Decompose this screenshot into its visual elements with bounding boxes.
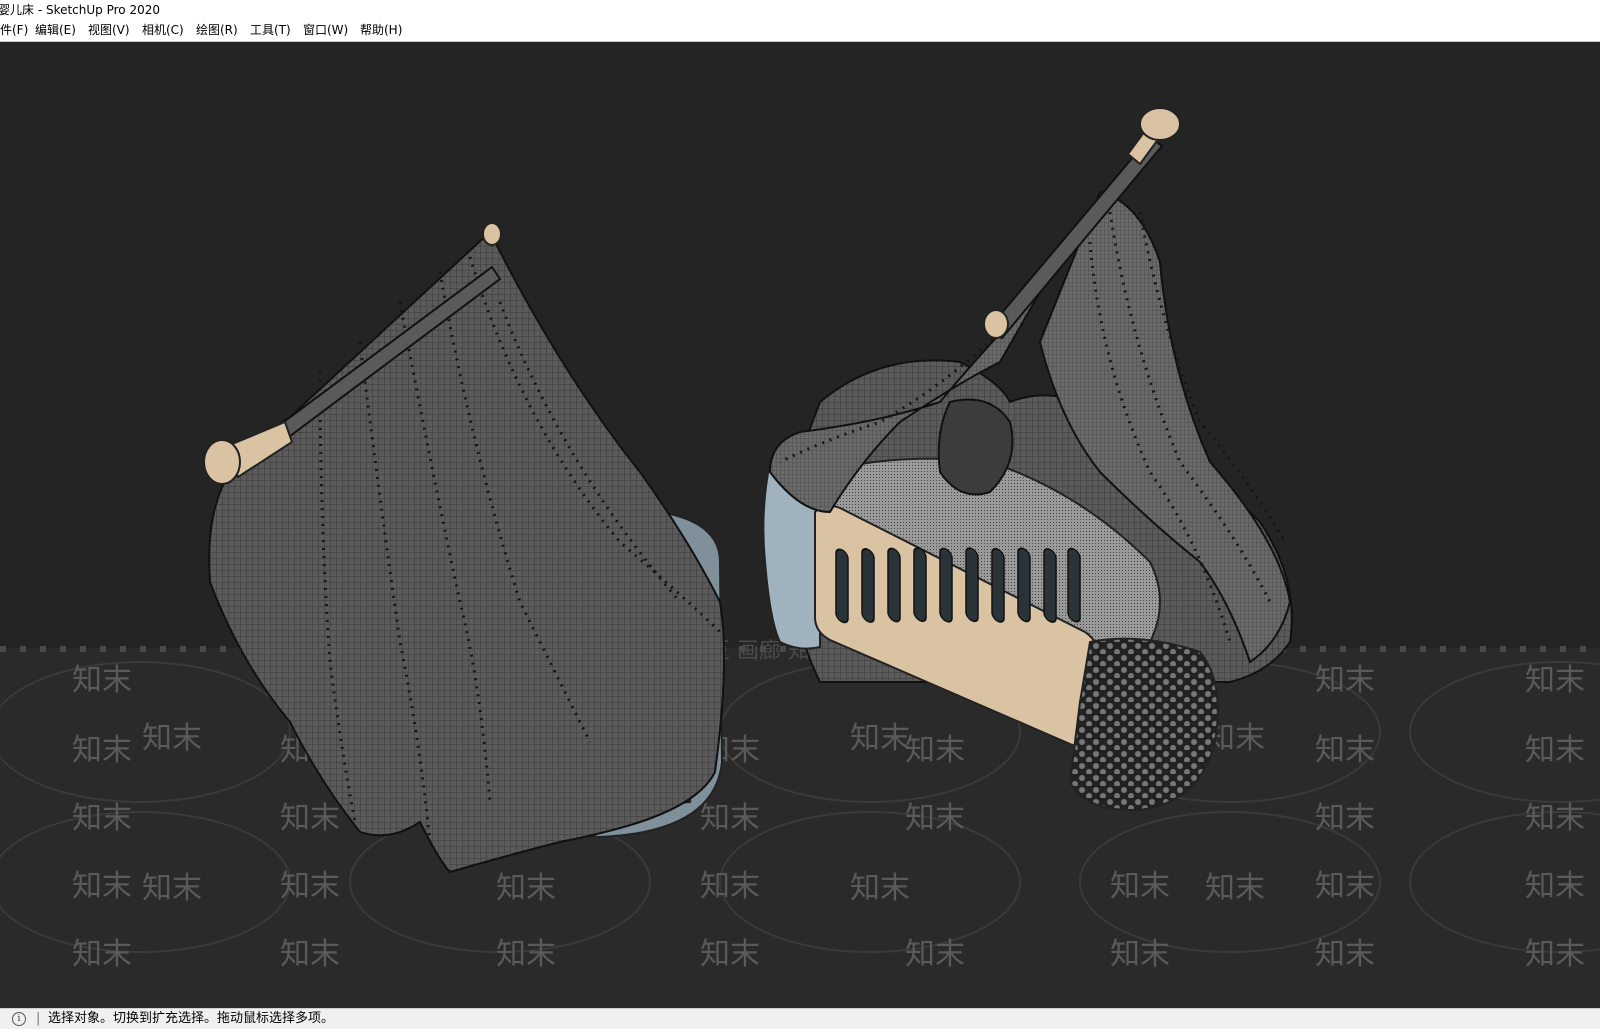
watermark-text: 知末 — [142, 721, 202, 756]
watermark-text: 知末 — [850, 871, 910, 906]
menu-camera[interactable]: 相机(C) — [142, 20, 184, 41]
watermark-text: 知末 — [280, 869, 340, 904]
watermark-text: 知末 — [700, 937, 760, 972]
menu-tools[interactable]: 工具(T) — [250, 20, 291, 41]
scene-canvas[interactable]: 知末 知末 知末 知末 知末 知末 知末 知末 知末 知末 知末 知末 知末 知… — [0, 42, 1600, 1008]
watermark-text: 知末 — [905, 937, 965, 972]
watermark-text: 知末 — [700, 869, 760, 904]
watermark-text: 知末 — [1110, 869, 1170, 904]
watermark-text: 知末 — [1315, 801, 1375, 836]
status-text: 选择对象。切换到扩充选择。拖动鼠标选择多项。 — [48, 1011, 335, 1026]
watermark-text: 知末 — [72, 801, 132, 836]
watermark-text: 知末 — [72, 937, 132, 972]
left-rod-top-cap — [482, 222, 502, 246]
watermark-text: 知末 — [700, 801, 760, 836]
menu-help[interactable]: 帮助(H) — [360, 20, 402, 41]
menu-window[interactable]: 窗口(W) — [303, 20, 348, 41]
watermark-text: 知末 — [1525, 801, 1585, 836]
menu-edit[interactable]: 编辑(E) — [35, 20, 76, 41]
menu-file[interactable]: 件(F) — [0, 20, 28, 41]
watermark-text: 知末 — [72, 869, 132, 904]
watermark-text: 知末 — [1525, 869, 1585, 904]
watermark-text: 知末 — [280, 801, 340, 836]
watermark-text: 知末 — [1315, 937, 1375, 972]
watermark-text: 知末 — [905, 801, 965, 836]
watermark-text: 知末 — [1525, 733, 1585, 768]
info-icon[interactable]: i — [12, 1012, 26, 1026]
watermark-text: 知末 — [496, 871, 556, 906]
right-rod-end-cap — [983, 309, 1009, 339]
3d-viewport[interactable]: 知末 知末 知末 知末 知末 知末 知末 知末 知末 知末 知末 知末 知末 知… — [0, 42, 1600, 1008]
watermark-text: 知末 — [1315, 663, 1375, 698]
watermark-text: 知末 — [496, 937, 556, 972]
watermark-text: 知末 — [72, 733, 132, 768]
watermark-text: 知末 — [1525, 937, 1585, 972]
window-title: 婴儿床 - SketchUp Pro 2020 — [0, 3, 160, 17]
watermark-text: 知末 — [905, 733, 965, 768]
menu-view[interactable]: 视图(V) — [88, 20, 130, 41]
watermark-text: 知末 — [1315, 733, 1375, 768]
menu-draw[interactable]: 绘图(R) — [196, 20, 238, 41]
watermark-text: 知末 — [72, 663, 132, 698]
watermark-text: 知末 — [1525, 663, 1585, 698]
menu-bar: 件(F) 编辑(E) 视图(V) 相机(C) 绘图(R) 工具(T) 窗口(W)… — [0, 20, 1600, 42]
right-rod-top-cap — [1139, 107, 1181, 141]
left-rod-end-cap — [203, 439, 241, 485]
watermark-text: 知末 — [280, 937, 340, 972]
status-separator: | — [36, 1011, 41, 1026]
watermark-text: 知末 — [1315, 869, 1375, 904]
watermark-text: 知末 — [1110, 937, 1170, 972]
title-bar: 婴儿床 - SketchUp Pro 2020 — [0, 0, 1600, 20]
watermark-text: 知末 — [1205, 871, 1265, 906]
watermark-text: 知末 — [142, 871, 202, 906]
watermark-text: 知末 — [850, 721, 910, 756]
status-bar: i | 选择对象。切换到扩充选择。拖动鼠标选择多项。 — [0, 1008, 1600, 1029]
